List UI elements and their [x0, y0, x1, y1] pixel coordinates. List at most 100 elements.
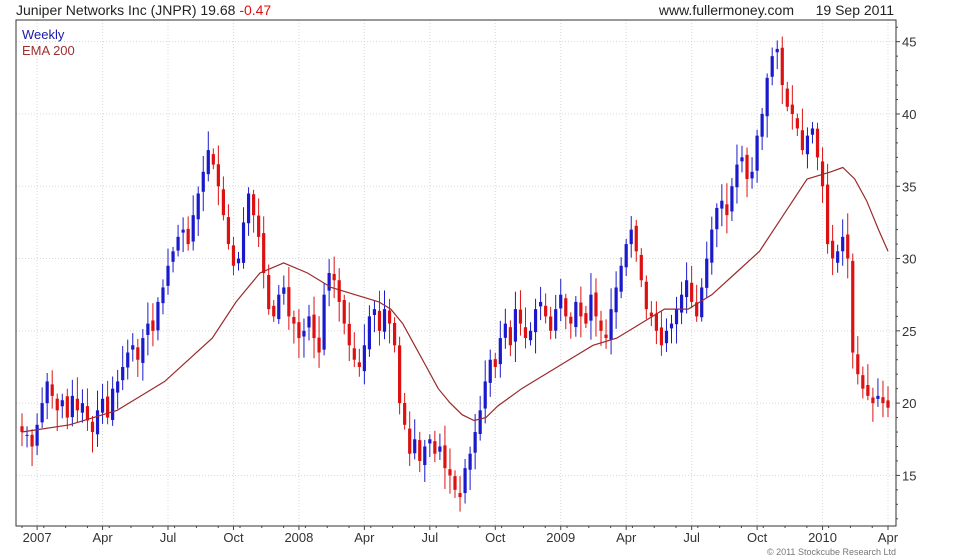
candle-body [45, 381, 49, 404]
candle-body [332, 273, 336, 281]
candle-body [735, 164, 739, 188]
candle-body [40, 403, 44, 423]
candle-body [720, 200, 724, 209]
chart-grid [16, 20, 896, 526]
y-tick-label: 25 [902, 324, 916, 339]
copyright-text: © 2011 Stockcube Research Ltd [766, 547, 896, 557]
candle-body [156, 301, 160, 331]
candle-body [886, 400, 890, 408]
candle-body [498, 338, 502, 365]
candle-body [523, 327, 528, 339]
candle-body [780, 47, 784, 86]
y-tick-label: 15 [902, 468, 916, 483]
candle-body [408, 428, 412, 454]
candle-body [317, 337, 321, 353]
candle-body [327, 273, 331, 291]
candle-body [191, 215, 195, 242]
candle-body [815, 128, 820, 158]
candle-body [136, 347, 140, 360]
x-tick-label: Oct [747, 530, 768, 545]
candle-body [745, 154, 749, 180]
candle-body [765, 77, 769, 117]
candle-body [337, 280, 341, 302]
candle-body [302, 330, 306, 337]
candle-body [624, 244, 628, 268]
candle-body [438, 446, 442, 452]
candle-body [538, 301, 543, 307]
candle-body [639, 254, 643, 281]
candle-body [453, 476, 457, 490]
candle-body [257, 215, 261, 237]
candle-body [609, 309, 613, 340]
candle-body [790, 104, 794, 114]
candle-body [674, 309, 679, 325]
candle-body [750, 171, 754, 179]
candle-body [664, 330, 669, 344]
candle-body [362, 345, 366, 372]
candle-body [287, 287, 291, 317]
x-tick-label: Apr [878, 530, 899, 545]
candle-body [292, 317, 296, 324]
candle-body [357, 362, 361, 367]
candle-body [760, 113, 764, 137]
candle-body [528, 330, 533, 341]
candle-body [398, 345, 402, 404]
candle-body [685, 280, 689, 298]
y-tick-label: 30 [902, 252, 916, 267]
candle-body [468, 453, 472, 470]
candle-body [488, 359, 492, 383]
candle-body [544, 305, 548, 317]
candle-body [176, 236, 180, 251]
candle-body [690, 282, 694, 302]
candle-body [60, 400, 64, 407]
candle-body [55, 398, 59, 411]
candle-body [196, 193, 200, 220]
candle-body [851, 260, 855, 353]
candle-body [30, 434, 34, 447]
candle-body [800, 130, 805, 151]
candle-body [876, 395, 880, 399]
candle-body [866, 384, 870, 396]
candle-body [418, 440, 422, 461]
candle-body [428, 439, 432, 444]
candle-body [307, 316, 311, 328]
candle-body [443, 445, 447, 469]
candle-body [503, 323, 507, 338]
candle-body [392, 323, 397, 346]
candlestick-series [20, 36, 890, 512]
candle-body [559, 294, 563, 309]
candle-body [201, 171, 205, 192]
candle-body [705, 258, 709, 288]
plot-frame [15, 19, 897, 527]
y-axis: 15 20 25 30 35 40 45 [896, 26, 916, 520]
legend-ema: EMA 200 [22, 43, 75, 58]
candle-body [508, 327, 512, 346]
x-tick-label: Apr [616, 530, 637, 545]
candle-body [151, 320, 155, 331]
x-tick-label: Oct [485, 530, 506, 545]
candle-body [226, 217, 231, 245]
x-tick-label: 2009 [546, 530, 575, 545]
candle-body [856, 354, 860, 375]
candle-body [594, 292, 598, 317]
x-tick-label: 2008 [284, 530, 313, 545]
candle-body [533, 309, 538, 333]
candle-body [297, 322, 301, 339]
candle-body [518, 309, 523, 324]
candle-body [841, 236, 845, 252]
candle-body [282, 287, 286, 294]
candle-body [206, 150, 210, 175]
candle-body [574, 301, 578, 328]
candle-body [246, 193, 251, 224]
candle-body [171, 251, 175, 262]
candle-body [629, 229, 633, 245]
candle-body [252, 194, 256, 216]
candle-body [121, 366, 125, 381]
candle-body [473, 432, 477, 453]
candle-body [352, 348, 356, 360]
x-tick-label: Jul [683, 530, 700, 545]
candle-body [403, 403, 407, 425]
candle-body [871, 397, 875, 404]
x-tick-label: Oct [223, 530, 244, 545]
legend-weekly: Weekly [22, 27, 65, 42]
